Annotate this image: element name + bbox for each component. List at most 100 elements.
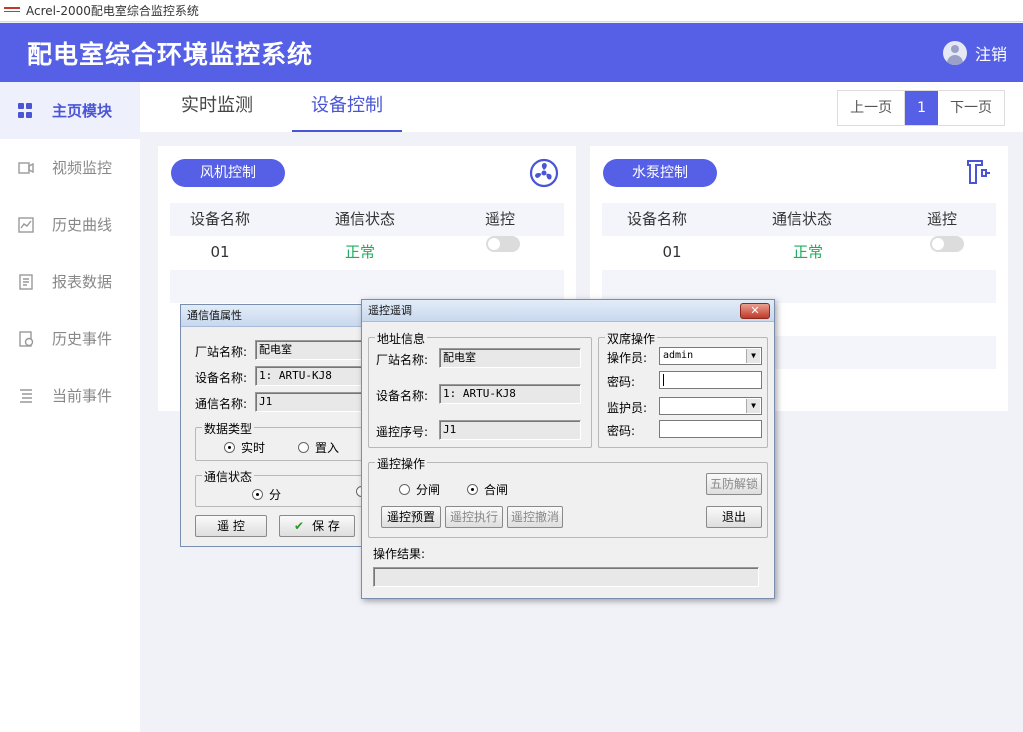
seq-label: 遥控序号: (376, 425, 429, 439)
radio-off[interactable]: 分 (252, 486, 281, 503)
table-row: 01 正常 (170, 236, 564, 269)
dialog-title: 遥控遥调 ✕ (362, 300, 774, 322)
tab-bar: 实时监测 设备控制 上一页 1 下一页 (140, 82, 1023, 132)
save-label: 保 存 (312, 519, 340, 533)
station-label: 厂站名称: (195, 345, 248, 359)
tab-realtime[interactable]: 实时监测 (162, 82, 272, 132)
remote-toggle[interactable] (486, 236, 520, 252)
chevron-down-icon: ▼ (746, 399, 760, 413)
radio-label: 实时 (241, 441, 266, 455)
comm-property-dialog: 通信值属性 厂站名称: 配电室 设备名称: 1: ARTU-KJ8 通信名称: … (180, 304, 375, 547)
comm-name-field: J1 (255, 392, 371, 412)
address-group: 地址信息 厂站名称: 配电室 设备名称: 1: ARTU-KJ8 遥控序号: J… (368, 330, 592, 448)
sidebar-item-history-curve[interactable]: 历史曲线 (0, 196, 140, 253)
pagination: 上一页 1 下一页 (837, 90, 1005, 126)
result-field (373, 567, 759, 587)
report-icon (18, 273, 34, 290)
password2-input[interactable] (659, 420, 762, 438)
group-label: 双席操作 (605, 330, 658, 347)
sidebar-item-history-event[interactable]: 历史事件 (0, 310, 140, 367)
radio-label: 分闸 (416, 483, 441, 497)
text-cursor (663, 374, 664, 386)
close-button[interactable]: ✕ (740, 303, 770, 319)
event-icon (18, 330, 34, 347)
col-remote: 遥控 (484, 210, 515, 228)
sidebar: 主页模块 视频监控 历史曲线 报表数据 历史事件 当前事件 (0, 82, 140, 732)
chart-icon (18, 216, 34, 233)
sidebar-item-current-event[interactable]: 当前事件 (0, 367, 140, 424)
page-number-button[interactable]: 1 (905, 91, 938, 125)
password2-label: 密码: (607, 424, 636, 438)
sidebar-item-video[interactable]: 视频监控 (0, 139, 140, 196)
group-label: 遥控操作 (375, 455, 428, 472)
chevron-down-icon: ▼ (746, 349, 760, 363)
device-label: 设备名称: (195, 371, 248, 385)
result-label: 操作结果: (373, 547, 426, 561)
radio-indicator (399, 484, 410, 495)
fan-table-header: 设备名称 通信状态 遥控 (170, 203, 564, 236)
radio-label: 合闸 (484, 483, 509, 497)
sidebar-item-report[interactable]: 报表数据 (0, 253, 140, 310)
check-icon: ✔ (294, 519, 305, 533)
guardian-label: 监护员: (607, 401, 648, 415)
pump-icon[interactable] (965, 158, 993, 186)
comm-name-label: 通信名称: (195, 397, 248, 411)
sidebar-item-label: 主页模块 (52, 102, 113, 120)
fan-icon[interactable] (529, 158, 559, 188)
radio-label: 分 (269, 488, 282, 502)
prev-page-button[interactable]: 上一页 (838, 91, 906, 125)
cancel-button[interactable]: 遥控撤消 (507, 506, 563, 528)
fan-control-button[interactable]: 风机控制 (171, 159, 285, 187)
remote-button[interactable]: 遥 控 (195, 515, 267, 537)
operator-value: admin (663, 350, 694, 361)
group-label: 地址信息 (375, 330, 428, 347)
app-title: 配电室综合环境监控系统 (27, 39, 314, 69)
dialog-title-text: 遥控遥调 (368, 304, 412, 317)
group-label: 通信状态 (202, 468, 255, 485)
comm-status-cell: 正常 (344, 243, 375, 261)
col-remote: 遥控 (926, 210, 957, 228)
sidebar-item-home[interactable]: 主页模块 (0, 82, 140, 139)
exit-button[interactable]: 退出 (706, 506, 762, 528)
col-device-name: 设备名称 (189, 210, 250, 228)
save-button[interactable]: ✔ 保 存 (279, 515, 355, 537)
window-title: Acrel-2000配电室综合监控系统 (26, 4, 199, 18)
col-device-name: 设备名称 (626, 210, 687, 228)
unlock-button[interactable]: 五防解锁 (706, 473, 762, 495)
remote-toggle[interactable] (930, 236, 964, 252)
radio-indicator (224, 442, 235, 453)
comm-status-cell: 正常 (792, 243, 823, 261)
preset-button[interactable]: 遥控预置 (381, 506, 441, 528)
execute-button[interactable]: 遥控执行 (445, 506, 503, 528)
sidebar-item-label: 当前事件 (52, 387, 113, 405)
seq-field: J1 (439, 420, 581, 440)
close-icon: ✕ (750, 304, 760, 317)
sidebar-item-label: 视频监控 (52, 159, 113, 177)
guardian-select[interactable]: ▼ (659, 397, 762, 415)
operator-label: 操作员: (607, 351, 648, 365)
window-titlebar: Acrel-2000配电室综合监控系统 (0, 0, 1023, 22)
app-logo-icon (4, 5, 20, 17)
group-label: 数据类型 (202, 420, 255, 437)
radio-open[interactable]: 分闸 (399, 481, 440, 498)
sidebar-item-label: 历史事件 (52, 330, 113, 348)
device-field: 1: ARTU-KJ8 (255, 366, 371, 386)
radio-set[interactable]: 置入 (298, 439, 339, 456)
tab-device-control[interactable]: 设备控制 (292, 82, 402, 132)
pump-table-header: 设备名称 通信状态 遥控 (602, 203, 996, 236)
dialog-title: 通信值属性 (181, 305, 369, 327)
next-page-button[interactable]: 下一页 (938, 91, 1004, 125)
table-row: 01 正常 (602, 236, 996, 269)
list-icon (18, 388, 34, 404)
station-field: 配电室 (255, 340, 371, 360)
radio-indicator (467, 484, 478, 495)
operator-select[interactable]: admin ▼ (659, 347, 762, 365)
pump-control-button[interactable]: 水泵控制 (603, 159, 717, 187)
logout-button[interactable]: 注销 (942, 40, 1007, 65)
device-field: 1: ARTU-KJ8 (439, 384, 581, 404)
sidebar-item-label: 历史曲线 (52, 216, 113, 234)
password-input[interactable] (659, 371, 762, 389)
radio-close[interactable]: 合闸 (467, 481, 508, 498)
remote-operation-group: 遥控操作 分闸 合闸 五防解锁 遥控预置 遥控执行 遥控撤消 退出 (368, 455, 768, 538)
radio-realtime[interactable]: 实时 (224, 439, 265, 456)
